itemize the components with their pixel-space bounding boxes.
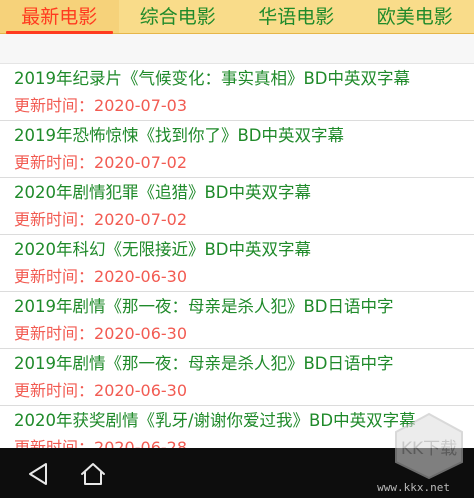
movie-title: 2019年剧情《那一夜：母亲是杀人犯》BD日语中字: [14, 297, 394, 316]
list-item[interactable]: 2019年纪录片《气候变化：事实真相》BD中英双字幕 更新时间：2020-07-…: [0, 64, 474, 121]
update-time: 更新时间：2020-07-03: [14, 96, 187, 115]
movie-list[interactable]: 2019年纪录片《气候变化：事实真相》BD中英双字幕 更新时间：2020-07-…: [0, 64, 474, 448]
back-triangle-icon[interactable]: [24, 460, 54, 488]
update-time: 更新时间：2020-07-02: [14, 210, 187, 229]
update-time: 更新时间：2020-07-02: [14, 153, 187, 172]
list-header-spacer: [0, 34, 474, 64]
watermark-logo-text: KK下载: [401, 439, 457, 459]
tab-general-movies[interactable]: 综合电影: [118, 0, 237, 33]
tab-chinese-movies[interactable]: 华语电影: [237, 0, 356, 33]
watermark-url: www.kkx.net: [377, 481, 450, 494]
update-time: 更新时间：2020-06-30: [14, 381, 187, 400]
update-time: 更新时间：2020-06-30: [14, 324, 187, 343]
movie-title: 2019年恐怖惊悚《找到你了》BD中英双字幕: [14, 126, 345, 145]
update-time: 更新时间：2020-06-30: [14, 267, 187, 286]
movie-title: 2019年纪录片《气候变化：事实真相》BD中英双字幕: [14, 69, 411, 88]
tab-western-movies[interactable]: 欧美电影: [355, 0, 474, 33]
list-item[interactable]: 2020年科幻《无限接近》BD中英双字幕 更新时间：2020-06-30: [0, 235, 474, 292]
tab-latest-movies[interactable]: 最新电影: [0, 0, 119, 34]
app-screen: 最新电影 综合电影 华语电影 欧美电影 2019年纪录片《气候变化：事实真相》B…: [0, 0, 474, 498]
list-item[interactable]: 2020年剧情犯罪《追猎》BD中英双字幕 更新时间：2020-07-02: [0, 178, 474, 235]
watermark-logo: KK下载: [395, 412, 463, 480]
list-item[interactable]: 2019年恐怖惊悚《找到你了》BD中英双字幕 更新时间：2020-07-02: [0, 121, 474, 178]
movie-title: 2020年科幻《无限接近》BD中英双字幕: [14, 240, 312, 259]
list-item[interactable]: 2019年剧情《那一夜：母亲是杀人犯》BD日语中字 更新时间：2020-06-3…: [0, 292, 474, 349]
movie-title: 2019年剧情《那一夜：母亲是杀人犯》BD日语中字: [14, 354, 394, 373]
list-item[interactable]: 2019年剧情《那一夜：母亲是杀人犯》BD日语中字 更新时间：2020-06-3…: [0, 349, 474, 406]
home-icon[interactable]: [78, 460, 108, 488]
movie-title: 2020年剧情犯罪《追猎》BD中英双字幕: [14, 183, 312, 202]
category-tab-bar: 最新电影 综合电影 华语电影 欧美电影: [0, 0, 474, 34]
